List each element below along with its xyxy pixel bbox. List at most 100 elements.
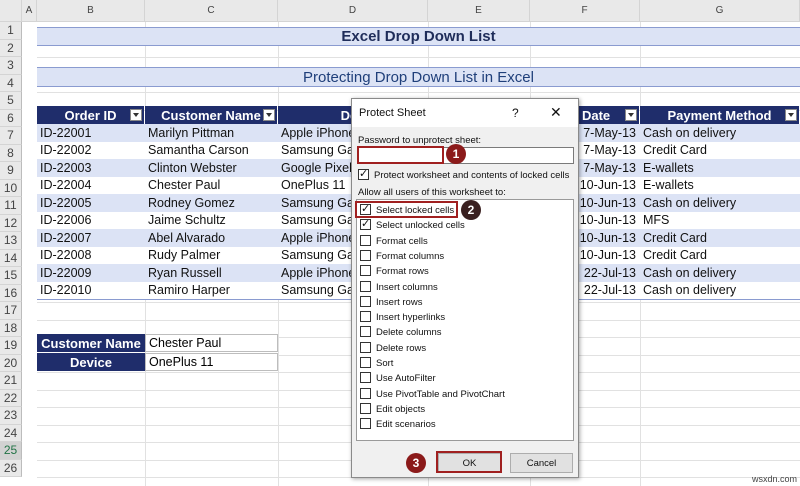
- row-header[interactable]: 7: [0, 127, 22, 145]
- row-header[interactable]: 15: [0, 267, 22, 285]
- row-header[interactable]: 14: [0, 249, 22, 267]
- table-cell-name[interactable]: Chester Paul: [145, 177, 278, 195]
- table-cell-id[interactable]: ID-22007: [37, 229, 145, 247]
- permission-label: Format columns: [376, 250, 445, 262]
- permission-checkbox[interactable]: [360, 217, 371, 231]
- row-header[interactable]: 9: [0, 162, 22, 180]
- permission-checkbox[interactable]: [360, 311, 371, 323]
- table-cell-payment[interactable]: E-wallets: [640, 159, 800, 177]
- table-cell-payment[interactable]: Cash on delivery: [640, 124, 800, 142]
- row-header[interactable]: 10: [0, 179, 22, 197]
- row-header[interactable]: 11: [0, 197, 22, 215]
- row-header[interactable]: 12: [0, 214, 22, 232]
- permissions-list[interactable]: Select locked cellsSelect unlocked cells…: [356, 199, 574, 441]
- table-cell-payment[interactable]: Credit Card: [640, 247, 800, 265]
- cancel-button[interactable]: Cancel: [510, 453, 573, 473]
- column-header-c[interactable]: C: [145, 0, 278, 22]
- table-cell-payment[interactable]: Cash on delivery: [640, 264, 800, 282]
- table-header-1: Customer Name: [145, 106, 277, 124]
- table-cell-id[interactable]: ID-22003: [37, 159, 145, 177]
- site-watermark: wsxdn.com: [752, 474, 798, 484]
- table-header-label: Customer Name: [161, 107, 261, 123]
- column-header-a[interactable]: A: [22, 0, 37, 22]
- filter-dropdown-icon[interactable]: [785, 109, 797, 121]
- permission-checkbox[interactable]: [360, 341, 371, 353]
- permission-checkbox[interactable]: [360, 234, 371, 246]
- row-header[interactable]: 6: [0, 109, 22, 127]
- row-header[interactable]: 21: [0, 372, 22, 390]
- table-cell-id[interactable]: ID-22008: [37, 247, 145, 265]
- row-header[interactable]: 19: [0, 337, 22, 355]
- table-cell-id[interactable]: ID-22001: [37, 124, 145, 142]
- table-cell-name[interactable]: Clinton Webster: [145, 159, 278, 177]
- table-cell-id[interactable]: ID-22010: [37, 282, 145, 300]
- sheet-subtitle: Protecting Drop Down List in Excel: [37, 67, 800, 87]
- customer-name-value[interactable]: Chester Paul: [145, 334, 278, 352]
- table-cell-name[interactable]: Marilyn Pittman: [145, 124, 278, 142]
- dialog-title: Protect Sheet: [359, 107, 426, 119]
- permission-checkbox[interactable]: [360, 295, 371, 307]
- table-cell-name[interactable]: Rodney Gomez: [145, 194, 278, 212]
- protect-worksheet-checkbox[interactable]: [358, 167, 369, 181]
- permission-checkbox[interactable]: [360, 402, 371, 414]
- filter-dropdown-icon[interactable]: [625, 109, 637, 121]
- permission-checkbox[interactable]: [360, 249, 371, 261]
- table-cell-id[interactable]: ID-22004: [37, 177, 145, 195]
- permission-label: Edit objects: [376, 403, 426, 415]
- table-cell-id[interactable]: ID-22002: [37, 142, 145, 160]
- row-header[interactable]: 18: [0, 319, 22, 337]
- column-header-e[interactable]: E: [428, 0, 530, 22]
- table-cell-name[interactable]: Samantha Carson: [145, 142, 278, 160]
- table-cell-name[interactable]: Ramiro Harper: [145, 282, 278, 300]
- row-header[interactable]: 2: [0, 39, 22, 57]
- row-header[interactable]: 8: [0, 144, 22, 162]
- table-cell-id[interactable]: ID-22005: [37, 194, 145, 212]
- table-cell-payment[interactable]: E-wallets: [640, 177, 800, 195]
- row-header[interactable]: 3: [0, 57, 22, 75]
- row-header[interactable]: 25: [0, 442, 22, 460]
- table-cell-name[interactable]: Rudy Palmer: [145, 247, 278, 265]
- table-cell-payment[interactable]: Cash on delivery: [640, 282, 800, 300]
- permission-checkbox[interactable]: [360, 265, 371, 277]
- row-header[interactable]: 1: [0, 22, 22, 40]
- table-cell-payment[interactable]: Credit Card: [640, 229, 800, 247]
- filter-dropdown-icon[interactable]: [130, 109, 142, 121]
- table-cell-payment[interactable]: Cash on delivery: [640, 194, 800, 212]
- row-header[interactable]: 13: [0, 232, 22, 250]
- permission-checkbox[interactable]: [360, 357, 371, 368]
- row-header[interactable]: 23: [0, 407, 22, 425]
- permission-checkbox[interactable]: [360, 418, 371, 430]
- table-cell-id[interactable]: ID-22006: [37, 212, 145, 230]
- column-header-g[interactable]: G: [640, 0, 800, 22]
- select-all-corner[interactable]: [0, 0, 22, 22]
- table-cell-name[interactable]: Ryan Russell: [145, 264, 278, 282]
- row-header[interactable]: 16: [0, 284, 22, 302]
- table-cell-payment[interactable]: Credit Card: [640, 142, 800, 160]
- close-icon[interactable]: ✕: [550, 104, 562, 121]
- table-header-label: Payment Method: [667, 107, 772, 123]
- row-header[interactable]: 17: [0, 302, 22, 320]
- table-header-4: Payment Method: [640, 106, 799, 124]
- row-header[interactable]: 20: [0, 354, 22, 372]
- row-header[interactable]: 26: [0, 459, 22, 477]
- permission-checkbox[interactable]: [360, 326, 371, 338]
- row-header[interactable]: 22: [0, 389, 22, 407]
- permission-checkbox[interactable]: [360, 387, 371, 399]
- filter-dropdown-icon[interactable]: [263, 109, 275, 121]
- permission-checkbox[interactable]: [360, 372, 371, 384]
- select-locked-highlight-box: [355, 201, 458, 218]
- row-header[interactable]: 4: [0, 74, 22, 92]
- table-cell-id[interactable]: ID-22009: [37, 264, 145, 282]
- table-cell-name[interactable]: Abel Alvarado: [145, 229, 278, 247]
- permission-checkbox[interactable]: [360, 280, 371, 292]
- permission-label: Insert columns: [376, 281, 438, 293]
- table-cell-name[interactable]: Jaime Schultz: [145, 212, 278, 230]
- table-cell-payment[interactable]: MFS: [640, 212, 800, 230]
- help-icon[interactable]: ?: [512, 106, 519, 120]
- column-header-d[interactable]: D: [278, 0, 428, 22]
- column-header-f[interactable]: F: [530, 0, 640, 22]
- row-header[interactable]: 24: [0, 424, 22, 442]
- device-value[interactable]: OnePlus 11: [145, 353, 278, 371]
- row-header[interactable]: 5: [0, 92, 22, 110]
- column-header-b[interactable]: B: [37, 0, 145, 22]
